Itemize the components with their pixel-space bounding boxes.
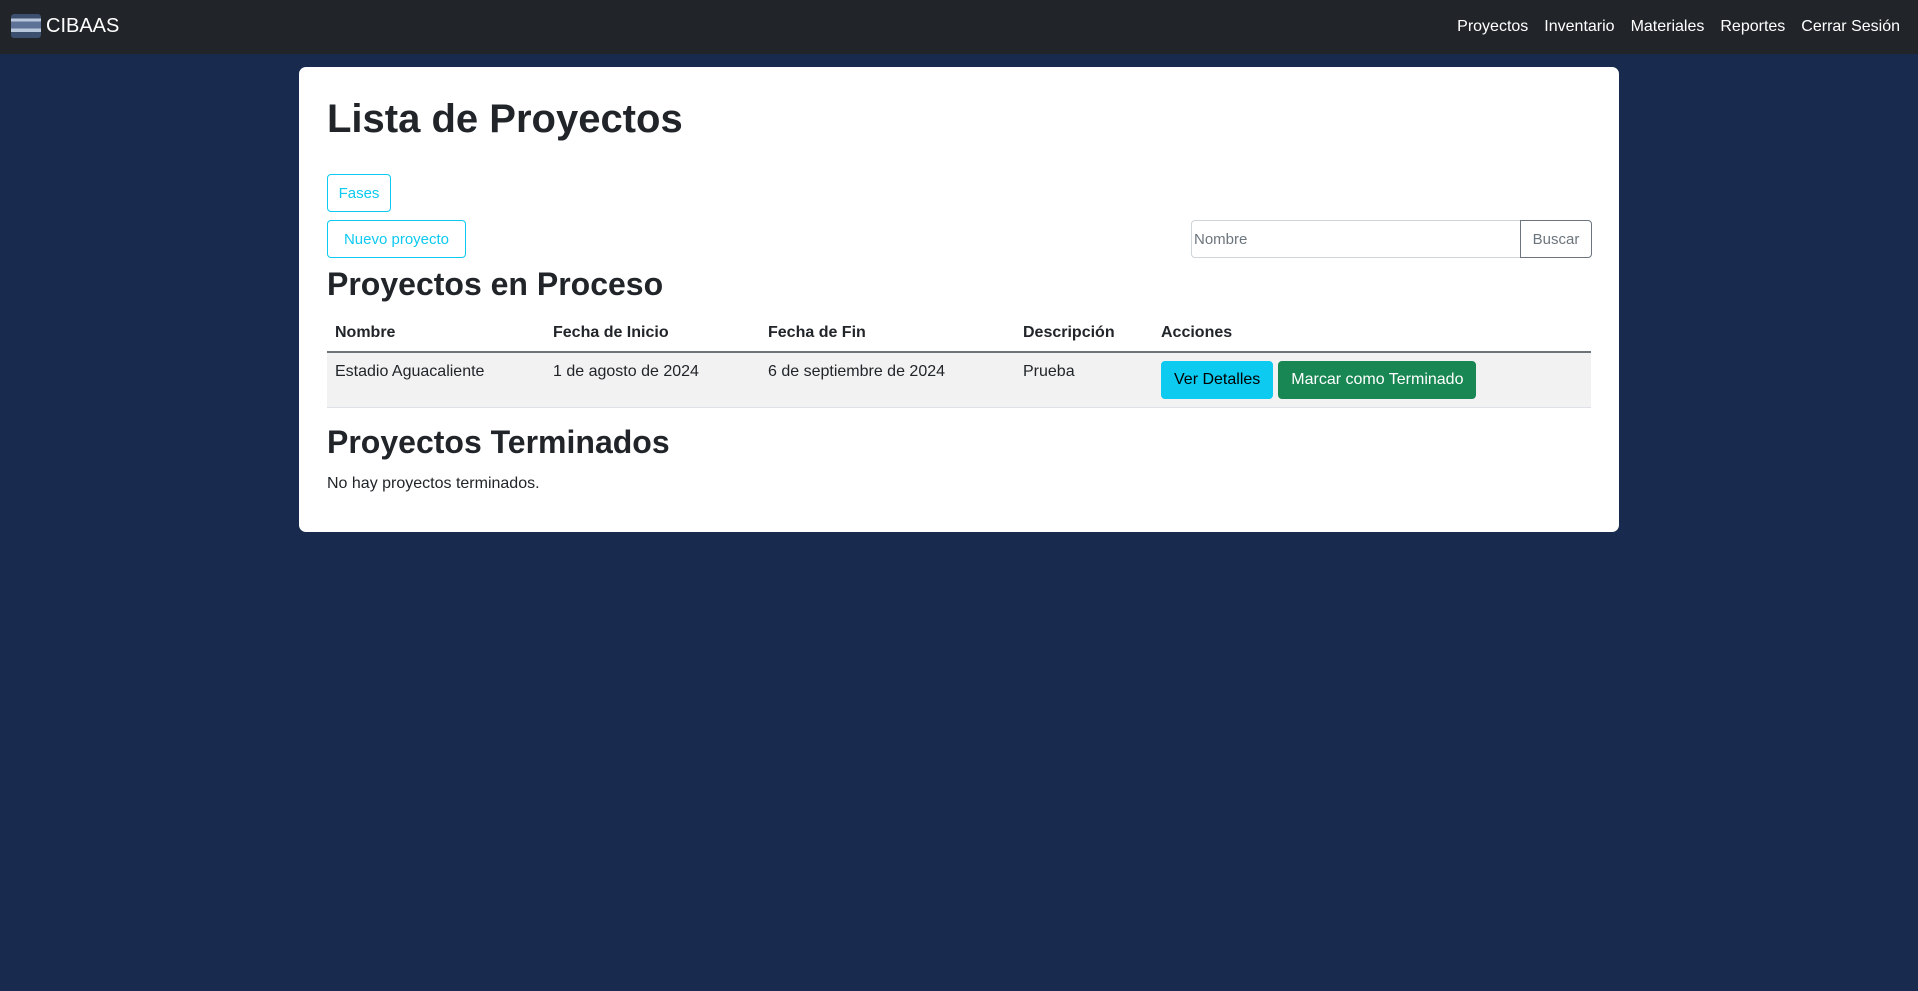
- finished-empty-message: No hay proyectos terminados.: [327, 475, 540, 492]
- cell-start: 1 de agosto de 2024: [545, 352, 760, 408]
- table-header-row: Nombre Fecha de Inicio Fecha de Fin Desc…: [327, 315, 1591, 353]
- project-start-date: 1 de agosto de 2024: [553, 363, 699, 380]
- column-header-fecha-fin: Fecha de Fin: [760, 315, 1015, 353]
- column-header-descripcion: Descripción: [1015, 315, 1153, 353]
- top-navbar: CIBAAS Proyectos Inventario Materiales R…: [0, 0, 1918, 54]
- project-description: Prueba: [1023, 363, 1075, 380]
- row-actions: Ver Detalles Marcar como Terminado: [1161, 361, 1583, 399]
- search-form: Buscar: [1191, 220, 1592, 258]
- column-header-fecha-inicio: Fecha de Inicio: [545, 315, 760, 353]
- brand-link[interactable]: CIBAAS: [11, 14, 119, 38]
- nav-link-reportes[interactable]: Reportes: [1720, 18, 1785, 36]
- finished-title: Proyectos Terminados: [327, 424, 670, 460]
- project-end-date: 6 de septiembre de 2024: [768, 363, 946, 380]
- project-name: Estadio Aguacaliente: [335, 363, 485, 380]
- fases-button[interactable]: Fases: [327, 174, 391, 212]
- nav-link-inventario[interactable]: Inventario: [1544, 18, 1614, 36]
- search-button[interactable]: Buscar: [1520, 220, 1592, 258]
- nav-link-materiales[interactable]: Materiales: [1631, 18, 1705, 36]
- cell-description: Prueba: [1015, 352, 1153, 408]
- in-progress-table-container: Nombre Fecha de Inicio Fecha de Fin Desc…: [327, 315, 1591, 408]
- search-input[interactable]: [1191, 220, 1520, 258]
- cell-actions: Ver Detalles Marcar como Terminado: [1153, 352, 1591, 408]
- nav-link-proyectos[interactable]: Proyectos: [1457, 18, 1528, 36]
- view-details-button[interactable]: Ver Detalles: [1161, 361, 1274, 399]
- new-project-button[interactable]: Nuevo proyecto: [327, 220, 466, 258]
- brand-logo-icon: [11, 14, 41, 38]
- nav-link-cerrar-sesion[interactable]: Cerrar Sesión: [1801, 18, 1900, 36]
- column-header-acciones: Acciones: [1153, 315, 1591, 353]
- table-row: Estadio Aguacaliente 1 de agosto de 2024…: [327, 352, 1591, 408]
- mark-finished-button[interactable]: Marcar como Terminado: [1278, 361, 1477, 399]
- projects-card: Lista de Proyectos Fases Nuevo proyecto …: [299, 67, 1619, 532]
- page-title: Lista de Proyectos: [327, 97, 683, 141]
- column-header-nombre: Nombre: [327, 315, 545, 353]
- cell-end: 6 de septiembre de 2024: [760, 352, 1015, 408]
- in-progress-table: Nombre Fecha de Inicio Fecha de Fin Desc…: [327, 315, 1591, 408]
- nav-links: Proyectos Inventario Materiales Reportes…: [1441, 0, 1900, 54]
- brand-name: CIBAAS: [46, 14, 120, 37]
- cell-name: Estadio Aguacaliente: [327, 352, 545, 408]
- in-progress-title: Proyectos en Proceso: [327, 266, 664, 302]
